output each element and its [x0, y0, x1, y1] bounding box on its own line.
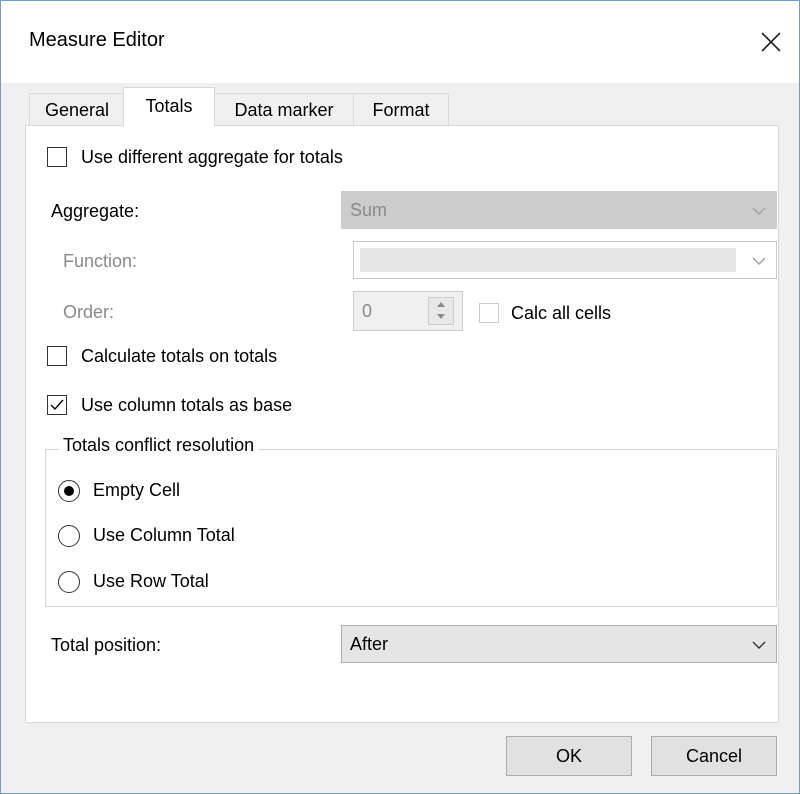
use-column-totals-as-base-label: Use column totals as base	[81, 395, 293, 415]
radio-selected-dot	[64, 486, 74, 496]
aggregate-value: Sum	[350, 200, 388, 220]
order-label: Order:	[63, 302, 115, 322]
close-button[interactable]	[745, 17, 797, 67]
measure-editor-dialog: Measure Editor General Totals Data marke…	[0, 0, 800, 794]
totals-conflict-resolution-title: Totals conflict resolution	[59, 435, 259, 456]
tab-format[interactable]: Format	[353, 93, 449, 126]
tab-label: Format	[372, 100, 430, 120]
title-bar: Measure Editor	[1, 1, 799, 83]
function-value-area	[360, 248, 736, 272]
use-different-aggregate-label: Use different aggregate for totals	[81, 147, 343, 167]
calculate-totals-on-totals-label: Calculate totals on totals	[81, 346, 278, 366]
function-label: Function:	[63, 251, 138, 271]
radio-use-row-total-label: Use Row Total	[93, 571, 209, 591]
order-value: 0	[362, 301, 373, 321]
radio-empty-cell[interactable]	[58, 480, 80, 502]
tab-label: Totals	[145, 96, 193, 116]
ok-button[interactable]: OK	[506, 736, 632, 776]
checkmark-icon	[50, 399, 64, 411]
tab-label: Data marker	[234, 100, 334, 120]
chevron-down-icon	[752, 641, 766, 649]
calculate-totals-on-totals-checkbox[interactable]	[47, 346, 67, 366]
function-select[interactable]	[353, 241, 777, 279]
tab-totals[interactable]: Totals	[123, 87, 215, 126]
calc-all-cells-label: Calc all cells	[511, 303, 612, 323]
order-spinner[interactable]: 0	[353, 291, 463, 331]
tab-data-marker[interactable]: Data marker	[213, 93, 355, 126]
arrow-down-icon[interactable]	[436, 313, 446, 321]
calc-all-cells-checkbox[interactable]	[479, 303, 499, 323]
window-title: Measure Editor	[29, 29, 165, 51]
radio-use-row-total[interactable]	[58, 571, 80, 593]
close-icon	[761, 32, 781, 52]
radio-empty-cell-label: Empty Cell	[93, 480, 181, 500]
radio-use-column-total-label: Use Column Total	[93, 525, 235, 545]
cancel-button[interactable]: Cancel	[651, 736, 777, 776]
tab-label: General	[44, 100, 110, 120]
aggregate-label: Aggregate:	[51, 201, 140, 221]
use-different-aggregate-checkbox[interactable]	[47, 147, 67, 167]
radio-use-column-total[interactable]	[58, 525, 80, 547]
total-position-label: Total position:	[51, 635, 162, 655]
total-position-select[interactable]: After	[341, 625, 777, 663]
chevron-down-icon	[752, 207, 766, 215]
use-column-totals-as-base-checkbox[interactable]	[47, 395, 67, 415]
arrow-up-icon[interactable]	[436, 300, 446, 308]
spin-buttons[interactable]	[428, 297, 454, 325]
tab-general[interactable]: General	[29, 93, 125, 126]
chevron-down-icon	[752, 257, 766, 265]
total-position-value: After	[350, 634, 389, 654]
aggregate-select[interactable]: Sum	[341, 191, 777, 229]
